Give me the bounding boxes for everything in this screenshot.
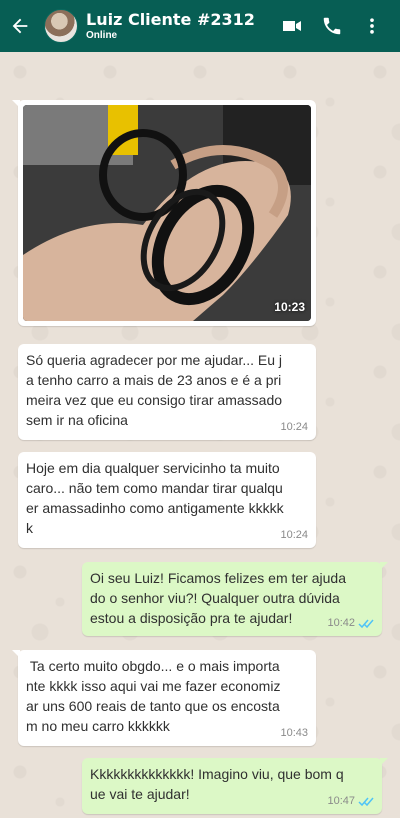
message-text: Só queria agradecer por me ajudar... Eu … <box>26 352 283 428</box>
message-time: 10:47 <box>327 795 355 807</box>
phone-icon <box>323 17 341 35</box>
contact-status: Online <box>86 30 118 42</box>
incoming-message[interactable]: Ta certo muito obgdo... e o mais importa… <box>12 650 316 746</box>
video-call-button[interactable] <box>272 6 312 46</box>
chat-header: Luiz Cliente #2312 Online <box>0 0 400 52</box>
message-time: 10:23 <box>274 300 305 314</box>
more-vert-icon <box>370 18 374 34</box>
photo-attachment[interactable]: 10:23 <box>23 105 311 321</box>
message-text: Hoje em dia qualquer servicinho ta muito… <box>26 460 284 536</box>
image-message[interactable]: 10:23 <box>12 100 316 326</box>
back-button[interactable] <box>0 0 40 52</box>
message-time: 10:43 <box>280 727 308 739</box>
message-time: 10:42 <box>327 617 355 629</box>
message-meta: 10:42 <box>327 613 374 633</box>
voice-call-button[interactable] <box>312 6 352 46</box>
back-arrow-icon <box>12 18 28 34</box>
contact-info[interactable]: Luiz Cliente #2312 Online <box>86 11 272 42</box>
photo-content <box>23 105 311 321</box>
outgoing-message[interactable]: Kkkkkkkkkkkkkk! Imagino viu, que bom q u… <box>82 758 388 814</box>
incoming-message[interactable]: Só queria agradecer por me ajudar... Eu … <box>18 344 316 440</box>
outgoing-message[interactable]: Oi seu Luiz! Ficamos felizes em ter ajud… <box>82 562 388 636</box>
message-time: 10:24 <box>280 529 308 541</box>
menu-button[interactable] <box>352 6 392 46</box>
double-check-icon <box>358 797 374 806</box>
message-time: 10:24 <box>280 421 308 433</box>
message-meta: 10:47 <box>327 791 374 811</box>
double-check-icon <box>358 619 374 628</box>
message-text: Ta certo muito obgdo... e o mais importa… <box>26 658 281 734</box>
contact-name: Luiz Cliente #2312 <box>86 9 255 29</box>
chat-area[interactable]: 10:23 Só queria agradecer por me ajudar.… <box>0 52 400 818</box>
incoming-message[interactable]: Hoje em dia qualquer servicinho ta muito… <box>18 452 316 548</box>
video-camera-icon <box>283 21 301 31</box>
header-actions <box>272 6 400 46</box>
avatar[interactable] <box>44 9 78 43</box>
